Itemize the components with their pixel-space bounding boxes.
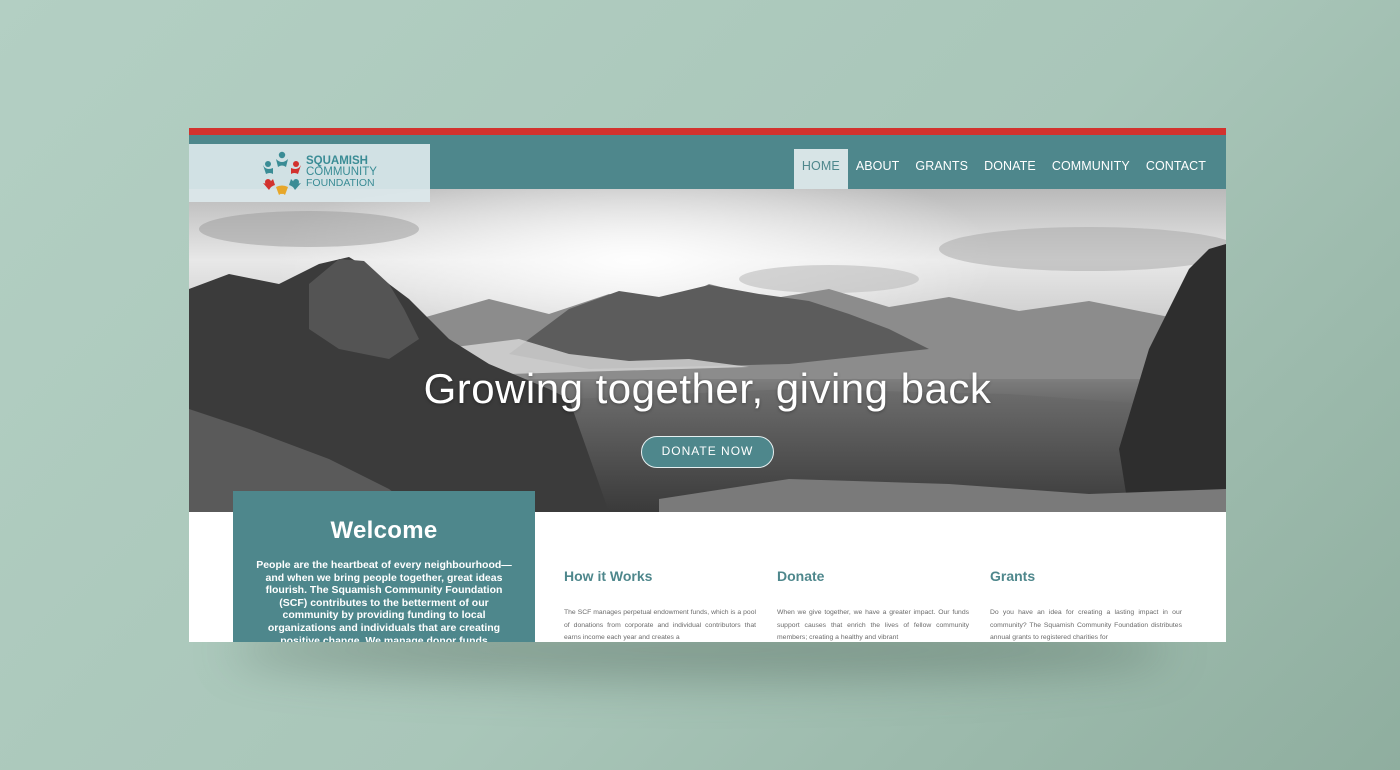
grants-body: Do you have an idea for creating a lasti… [990, 609, 1182, 641]
main-nav: HOME ABOUT GRANTS DONATE COMMUNITY CONTA… [793, 149, 1214, 189]
donate-column: Donate When we give together, we have a … [777, 568, 969, 642]
hero-title: Growing together, giving back [423, 365, 992, 412]
hero-banner: Growing together, giving back DONATE NOW [189, 189, 1226, 512]
top-accent-bar [189, 128, 1226, 135]
grants-column: Grants Do you have an idea for creating … [990, 568, 1182, 642]
logo[interactable]: SQUAMISH COMMUNITY FOUNDATION [189, 144, 430, 202]
nav-home[interactable]: HOME [793, 149, 848, 189]
nav-donate[interactable]: DONATE [976, 149, 1044, 189]
donate-title[interactable]: Donate [777, 568, 969, 584]
welcome-panel: Welcome People are the heartbeat of ever… [233, 491, 535, 642]
nav-contact[interactable]: CONTACT [1138, 149, 1214, 189]
donate-now-button[interactable]: DONATE NOW [641, 436, 774, 468]
logo-wordmark: SQUAMISH COMMUNITY FOUNDATION [306, 155, 377, 189]
logo-line-3: FOUNDATION [306, 177, 375, 189]
welcome-title: Welcome [330, 517, 438, 544]
nav-grants[interactable]: GRANTS [907, 149, 976, 189]
logo-people-circle-icon [263, 151, 301, 195]
how-it-works-body: The SCF manages perpetual endowment fund… [564, 609, 756, 641]
website-mockup: HOME ABOUT GRANTS DONATE COMMUNITY CONTA… [189, 128, 1226, 642]
how-it-works-title[interactable]: How it Works [564, 568, 756, 584]
how-it-works-column: How it Works The SCF manages perpetual e… [564, 568, 756, 642]
grants-title[interactable]: Grants [990, 568, 1182, 584]
nav-community[interactable]: COMMUNITY [1044, 149, 1138, 189]
nav-about[interactable]: ABOUT [848, 149, 908, 189]
welcome-body: People are the heartbeat of every neighb… [256, 559, 512, 642]
donate-body: When we give together, we have a greater… [777, 609, 969, 641]
